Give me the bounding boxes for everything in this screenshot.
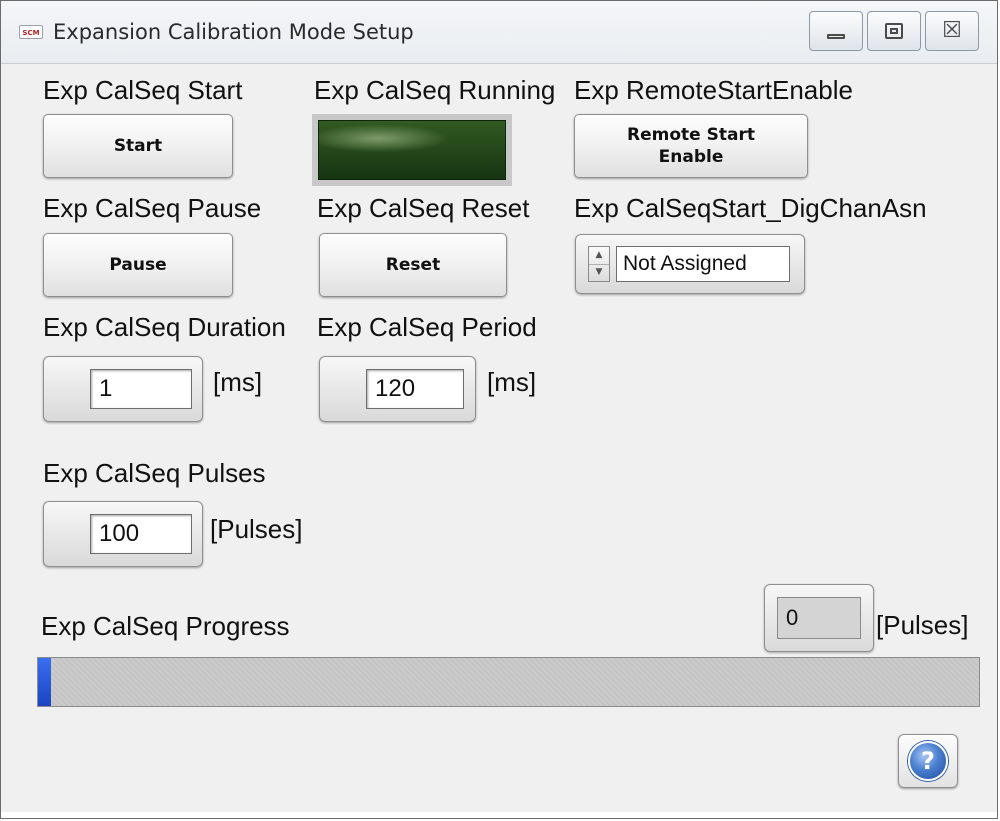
dig-chan-ring-control[interactable]: ▲ ▼ Not Assigned <box>575 234 805 294</box>
reset-button[interactable]: Reset <box>319 233 507 297</box>
progress-label: Exp CalSeq Progress <box>41 611 290 641</box>
duration-input[interactable]: 1 <box>90 369 192 409</box>
progress-count-value: 0 <box>777 597 861 639</box>
maximize-button[interactable] <box>867 11 921 51</box>
progress-count-indicator: 0 <box>764 584 874 652</box>
progress-count-unit: [Pulses] <box>876 610 969 640</box>
start-button[interactable]: Start <box>43 114 233 178</box>
progress-bar-fill <box>38 658 51 706</box>
running-label: Exp CalSeq Running <box>314 75 556 105</box>
remote-start-line1: Remote Start <box>627 125 755 145</box>
start-label: Exp CalSeq Start <box>43 75 243 105</box>
period-unit: [ms] <box>487 367 537 397</box>
duration-label: Exp CalSeq Duration <box>43 312 286 342</box>
app-icon: SCM <box>19 25 43 39</box>
reset-label: Exp CalSeq Reset <box>317 193 530 223</box>
remote-start-enable-button[interactable]: Remote Start Enable <box>574 114 808 178</box>
period-label: Exp CalSeq Period <box>317 312 537 342</box>
close-icon: ☒ <box>942 18 962 43</box>
dig-chan-label: Exp CalSeqStart_DigChanAsn <box>574 193 927 223</box>
close-button[interactable]: ☒ <box>925 11 979 51</box>
remote-start-line2: Enable <box>658 147 724 167</box>
duration-unit: [ms] <box>213 367 263 397</box>
increment-arrow-icon[interactable]: ▲ <box>589 247 609 265</box>
help-button[interactable]: ? <box>898 734 958 788</box>
period-numeric-control[interactable]: 120 <box>319 356 476 422</box>
ring-spinner[interactable]: ▲ ▼ <box>588 246 610 282</box>
decrement-arrow-icon[interactable]: ▼ <box>589 264 609 281</box>
maximize-icon <box>885 23 903 39</box>
running-indicator-led <box>312 114 512 186</box>
remote-start-label: Exp RemoteStartEnable <box>574 75 853 105</box>
progress-bar <box>37 657 980 707</box>
pause-label: Exp CalSeq Pause <box>43 193 262 223</box>
pulses-unit: [Pulses] <box>210 514 303 544</box>
calibration-window: SCM Expansion Calibration Mode Setup ☒ E… <box>0 0 998 819</box>
led-lamp <box>318 120 506 180</box>
help-icon: ? <box>908 741 948 781</box>
window-title: Expansion Calibration Mode Setup <box>53 20 414 44</box>
pause-button[interactable]: Pause <box>43 233 233 297</box>
duration-numeric-control[interactable]: 1 <box>43 356 203 422</box>
pulses-numeric-control[interactable]: 100 <box>43 501 203 567</box>
title-bar[interactable]: SCM Expansion Calibration Mode Setup ☒ <box>1 1 997 64</box>
minimize-icon <box>827 33 845 39</box>
window-bottom-edge <box>1 812 997 818</box>
period-input[interactable]: 120 <box>366 369 464 409</box>
pulses-input[interactable]: 100 <box>90 514 192 554</box>
minimize-button[interactable] <box>809 11 863 51</box>
pulses-label: Exp CalSeq Pulses <box>43 458 266 488</box>
dig-chan-value[interactable]: Not Assigned <box>616 246 790 282</box>
